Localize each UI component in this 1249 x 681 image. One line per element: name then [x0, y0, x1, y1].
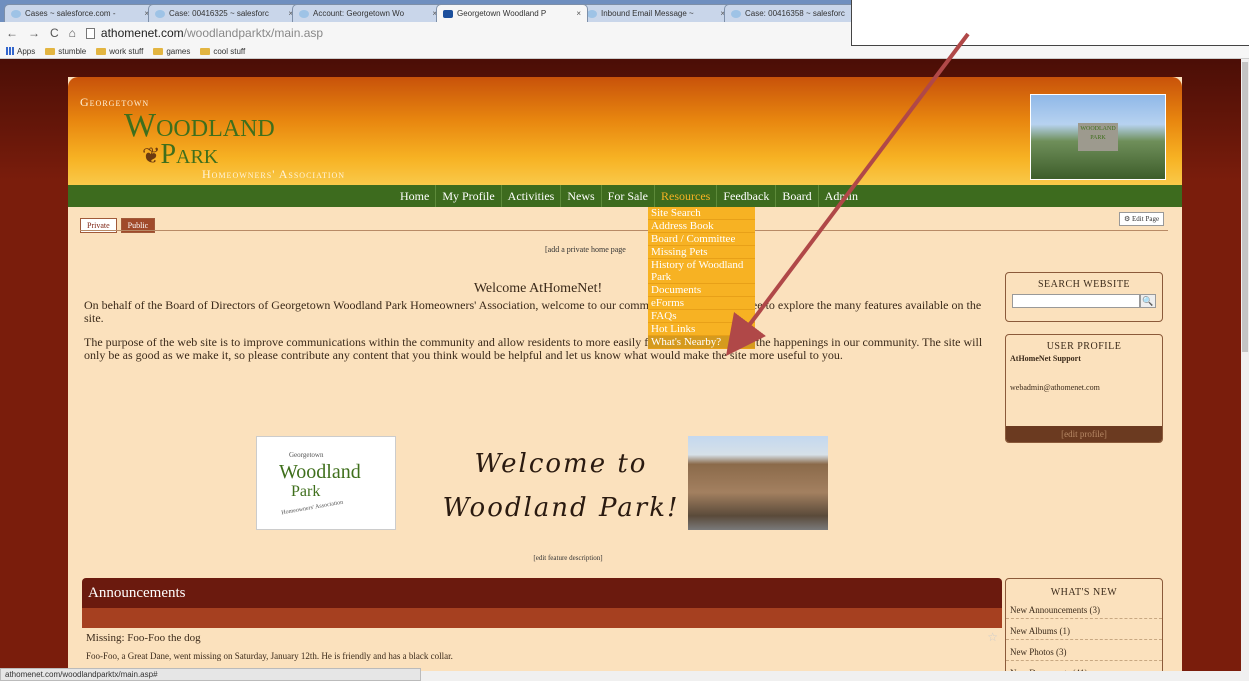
- whats-new-box: WHAT'S NEW New Announcements (3) New Alb…: [1005, 578, 1163, 681]
- reload-button[interactable]: C: [50, 26, 59, 40]
- edit-feature-link[interactable]: [edit feature description]: [68, 554, 1068, 562]
- folder-icon: [200, 47, 211, 55]
- logo-hoa: Homeowners' Association: [202, 167, 346, 181]
- bookmark-folder[interactable]: cool stuff: [200, 47, 245, 56]
- menu-item-site-search[interactable]: Site Search: [648, 207, 755, 220]
- nav-for-sale[interactable]: For Sale: [602, 185, 656, 207]
- bookmark-folder[interactable]: work stuff: [96, 47, 143, 56]
- nav-news[interactable]: News: [561, 185, 602, 207]
- cloud-icon: [731, 9, 741, 18]
- browser-tab[interactable]: Account: Georgetown Wo ×: [292, 4, 444, 22]
- whats-new-item[interactable]: New Albums (1): [1006, 623, 1162, 640]
- announcement-title[interactable]: Missing: Foo-Foo the dog: [86, 632, 998, 644]
- site-logo[interactable]: Georgetown Woodland ❦Park Homeowners' As…: [80, 95, 344, 181]
- scrollbar-thumb[interactable]: [1242, 62, 1248, 352]
- nav-my-profile[interactable]: My Profile: [436, 185, 502, 207]
- menu-item-board-committee[interactable]: Board / Committee: [648, 233, 755, 246]
- feature-welcome-text: Welcome to Woodland Park!: [442, 449, 680, 523]
- bookmark-folder[interactable]: games: [153, 47, 190, 56]
- back-button[interactable]: ←: [6, 26, 18, 40]
- whats-new-item[interactable]: New Photos (3): [1006, 644, 1162, 661]
- edit-page-button[interactable]: ⚙ Edit Page: [1119, 212, 1165, 226]
- menu-item-address-book[interactable]: Address Book: [648, 220, 755, 233]
- bookmarks-bar: Apps stumble work stuff games cool stuff: [0, 44, 1249, 59]
- site-header: Georgetown Woodland ❦Park Homeowners' As…: [68, 77, 1182, 185]
- cloud-icon: [155, 9, 165, 18]
- browser-tab[interactable]: Case: 00416325 ~ salesforc ×: [148, 4, 300, 22]
- search-header: SEARCH WEBSITE: [1037, 279, 1131, 290]
- url-field[interactable]: athomenet.com/woodlandparktx/main.asp: [85, 26, 324, 40]
- nav-home[interactable]: Home: [394, 185, 437, 207]
- user-email: webadmin@athomenet.com: [1010, 383, 1100, 392]
- announcements-bar: [82, 608, 1002, 628]
- close-icon[interactable]: ×: [576, 9, 581, 18]
- browser-tab[interactable]: Inbound Email Message ~ ×: [580, 4, 732, 22]
- announcement-body: Foo-Foo, a Great Dane, went missing on S…: [86, 651, 453, 661]
- nav-feedback[interactable]: Feedback: [717, 185, 777, 207]
- folder-icon: [45, 47, 56, 55]
- status-bar: athomenet.com/woodlandparktx/main.asp#: [0, 668, 421, 681]
- menu-item-whats-nearby[interactable]: What's Nearby?: [648, 336, 755, 349]
- menu-item-documents[interactable]: Documents: [648, 284, 755, 297]
- whats-new-item[interactable]: New Announcements (3): [1006, 602, 1162, 619]
- user-profile-box: USER PROFILE AtHomeNet Support webadmin@…: [1005, 334, 1163, 443]
- menu-item-missing-pets[interactable]: Missing Pets: [648, 246, 755, 259]
- nav-resources[interactable]: Resources: [655, 185, 718, 207]
- feature-street-photo: [688, 436, 828, 530]
- main-nav: Home My Profile Activities News For Sale…: [68, 185, 1182, 207]
- header-photo: WOODLAND PARK: [1030, 94, 1166, 180]
- bookmark-apps[interactable]: Apps: [6, 47, 35, 56]
- entrance-sign: WOODLAND PARK: [1078, 123, 1118, 151]
- cloud-icon: [587, 9, 597, 18]
- menu-item-hot-links[interactable]: Hot Links: [648, 323, 755, 336]
- nav-admin[interactable]: Admin: [819, 185, 864, 207]
- edit-profile-link[interactable]: [edit profile]: [1006, 426, 1162, 442]
- browser-tab-active[interactable]: Georgetown Woodland P ×: [436, 4, 588, 22]
- nav-activities[interactable]: Activities: [502, 185, 562, 207]
- announcements-header: Announcements: [82, 578, 1002, 608]
- search-icon[interactable]: 🔍: [1140, 294, 1156, 308]
- site-frame: Georgetown Woodland ❦Park Homeowners' As…: [68, 77, 1182, 681]
- tabs-divider: [80, 230, 1168, 231]
- cloud-icon: [11, 9, 21, 18]
- forward-button[interactable]: →: [28, 26, 40, 40]
- welcome-paragraph: On behalf of the Board of Directors of G…: [84, 298, 982, 325]
- folder-icon: [153, 47, 164, 55]
- folder-icon: [96, 47, 107, 55]
- bookmark-folder[interactable]: stumble: [45, 47, 86, 56]
- add-private-home-page-link[interactable]: [add a private home page: [545, 245, 626, 254]
- nav-board[interactable]: Board: [776, 185, 819, 207]
- search-input[interactable]: [1012, 294, 1140, 308]
- search-website-box: SEARCH WEBSITE 🔍: [1005, 272, 1163, 322]
- menu-item-eforms[interactable]: eForms: [648, 297, 755, 310]
- user-name: AtHomeNet Support: [1010, 354, 1081, 363]
- browser-tab[interactable]: Cases ~ salesforce.com - ×: [4, 4, 156, 22]
- welcome-title: Welcome AtHomeNet!: [473, 281, 603, 296]
- gear-icon: ⚙: [1124, 215, 1131, 223]
- annotation-callout-box: [851, 0, 1249, 46]
- star-icon[interactable]: ☆: [987, 630, 998, 645]
- menu-item-faqs[interactable]: FAQs: [648, 310, 755, 323]
- resources-dropdown: Site Search Address Book Board / Committ…: [648, 207, 755, 349]
- page-icon: [85, 27, 95, 39]
- url-host: athomenet.com: [100, 26, 184, 40]
- cloud-icon: [299, 9, 309, 18]
- feature-logo-image: Georgetown Woodland Park Homeowners' Ass…: [256, 436, 396, 530]
- welcome-text: On behalf of the Board of Directors of G…: [84, 299, 984, 373]
- leaf-icon: ❦: [142, 143, 161, 168]
- menu-item-history[interactable]: History of Woodland Park: [648, 259, 755, 284]
- apps-grid-icon: [6, 47, 14, 55]
- site-favicon-icon: [443, 9, 453, 18]
- home-button[interactable]: ⌂: [69, 26, 76, 40]
- user-profile-header: USER PROFILE: [1046, 341, 1122, 352]
- url-path: /woodlandparktx/main.asp: [183, 26, 324, 40]
- whats-new-header: WHAT'S NEW: [1050, 587, 1118, 598]
- welcome-paragraph: The purpose of the web site is to improv…: [84, 335, 983, 362]
